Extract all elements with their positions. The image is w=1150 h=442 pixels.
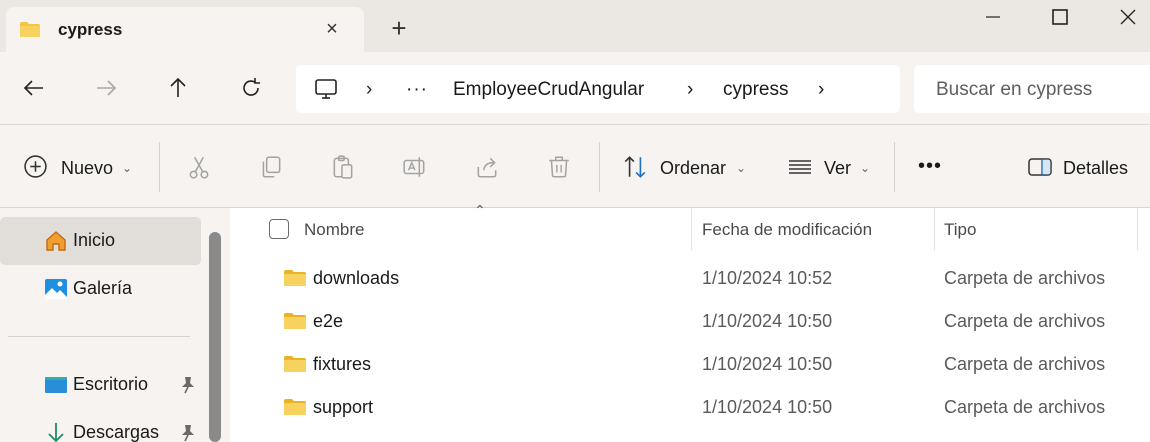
pin-icon[interactable] (180, 424, 196, 442)
pin-icon[interactable] (180, 376, 196, 394)
sidebar-scrollbar-thumb[interactable] (209, 232, 221, 442)
sort-up-icon: ⌃ (474, 202, 486, 218)
file-modified: 1/10/2024 10:50 (702, 397, 833, 417)
sidebar-item-label: Descargas (73, 422, 160, 442)
breadcrumb-overflow[interactable]: ··· (406, 79, 428, 101)
folder-icon (284, 356, 306, 372)
table-row[interactable]: e2e 1/10/2024 10:50 Carpeta de archivos (230, 300, 1150, 343)
details-button[interactable]: Detalles (1063, 158, 1128, 179)
sidebar-item-label: Inicio (73, 230, 116, 250)
close-icon[interactable]: × (322, 19, 342, 39)
view-icon[interactable] (787, 154, 813, 180)
tab-cypress[interactable]: cypress × (6, 7, 364, 52)
details-pane-icon[interactable] (1027, 154, 1053, 180)
folder-icon (284, 270, 306, 286)
folder-icon (284, 399, 306, 415)
gallery-icon (45, 279, 67, 299)
sort-button[interactable]: Ordenar (660, 158, 726, 179)
cut-icon[interactable] (186, 154, 212, 180)
new-button[interactable]: Nuevo (61, 158, 113, 179)
this-pc-icon[interactable] (314, 77, 338, 101)
delete-icon[interactable] (546, 154, 572, 180)
chevron-right-icon[interactable]: › (366, 79, 372, 101)
column-header-type[interactable]: Tipo (944, 220, 976, 240)
column-header-name[interactable]: Nombre (304, 220, 364, 240)
file-modified: 1/10/2024 10:50 (702, 311, 833, 331)
command-bar: Nuevo ⌄ Ordenar ⌄ Ver ⌄ ••• Detalles (0, 124, 1150, 208)
breadcrumb-employeecrudangular[interactable]: EmployeeCrudAngular (453, 79, 644, 101)
tab-title: cypress (58, 20, 123, 39)
sidebar-item-galeria[interactable]: Galería (0, 265, 201, 313)
sidebar-item-inicio[interactable]: Inicio (0, 217, 201, 265)
chevron-down-icon[interactable]: ⌄ (860, 161, 870, 175)
view-button[interactable]: Ver (824, 158, 851, 179)
file-type: Carpeta de archivos (944, 311, 1106, 331)
sort-icon[interactable] (622, 154, 648, 180)
table-row[interactable]: downloads 1/10/2024 10:52 Carpeta de arc… (230, 257, 1150, 300)
sidebar-item-label: Galería (73, 278, 133, 298)
file-type: Carpeta de archivos (944, 268, 1106, 288)
chevron-down-icon[interactable]: ⌄ (736, 161, 746, 175)
file-type: Carpeta de archivos (944, 354, 1106, 374)
file-name[interactable]: e2e (313, 311, 343, 332)
column-header-modified[interactable]: Fecha de modificación (702, 220, 872, 240)
close-window-icon[interactable] (1117, 6, 1139, 28)
file-list: ⌃ Nombre Fecha de modificación Tipo down… (230, 202, 1150, 442)
divider (8, 336, 190, 337)
plus-circle-icon[interactable] (23, 154, 48, 179)
navigation-bar: › ··· EmployeeCrudAngular › cypress › Bu… (0, 52, 1150, 124)
divider (159, 142, 160, 192)
file-modified: 1/10/2024 10:50 (702, 354, 833, 374)
sidebar-item-label: Escritorio (73, 374, 149, 394)
maximize-icon[interactable] (1049, 6, 1071, 28)
chevron-right-icon[interactable]: › (687, 79, 693, 101)
address-bar[interactable]: › ··· EmployeeCrudAngular › cypress › (296, 65, 900, 113)
search-box[interactable]: Buscar en cypress (914, 65, 1150, 113)
column-divider[interactable] (691, 208, 692, 250)
forward-arrow-icon[interactable] (94, 76, 118, 100)
desktop-icon (45, 377, 67, 393)
folder-icon (284, 313, 306, 329)
sidebar-item-descargas[interactable]: Descargas (0, 409, 201, 442)
file-name[interactable]: support (313, 397, 373, 418)
column-divider[interactable] (1137, 208, 1138, 250)
paste-icon[interactable] (330, 154, 356, 180)
more-options-button[interactable]: ••• (918, 155, 942, 178)
divider (599, 142, 600, 192)
refresh-icon[interactable] (239, 76, 263, 100)
column-divider[interactable] (934, 208, 935, 250)
home-icon (46, 231, 66, 251)
chevron-right-icon[interactable]: › (818, 79, 824, 101)
file-modified: 1/10/2024 10:52 (702, 268, 833, 288)
chevron-down-icon[interactable]: ⌄ (122, 161, 132, 175)
sidebar-item-escritorio[interactable]: Escritorio (0, 361, 201, 409)
folder-icon (20, 22, 40, 37)
download-icon (48, 423, 64, 442)
share-icon[interactable] (474, 154, 500, 180)
navigation-pane: Inicio Galería Escritorio Descargas (0, 208, 204, 442)
table-row[interactable]: fixtures 1/10/2024 10:50 Carpeta de arch… (230, 343, 1150, 386)
file-name[interactable]: downloads (313, 268, 399, 289)
title-bar: cypress × + (0, 0, 1150, 52)
back-arrow-icon[interactable] (22, 76, 46, 100)
minimize-icon[interactable] (982, 6, 1004, 28)
divider (894, 142, 895, 192)
select-all-checkbox[interactable] (269, 219, 289, 239)
file-type: Carpeta de archivos (944, 397, 1106, 417)
breadcrumb-cypress[interactable]: cypress (723, 79, 788, 101)
plus-icon[interactable]: + (388, 15, 410, 41)
up-arrow-icon[interactable] (166, 76, 190, 100)
file-name[interactable]: fixtures (313, 354, 371, 375)
table-row[interactable]: support 1/10/2024 10:50 Carpeta de archi… (230, 386, 1150, 429)
copy-icon[interactable] (258, 154, 284, 180)
search-input[interactable]: Buscar en cypress (936, 79, 1092, 101)
rename-icon[interactable] (402, 154, 428, 180)
